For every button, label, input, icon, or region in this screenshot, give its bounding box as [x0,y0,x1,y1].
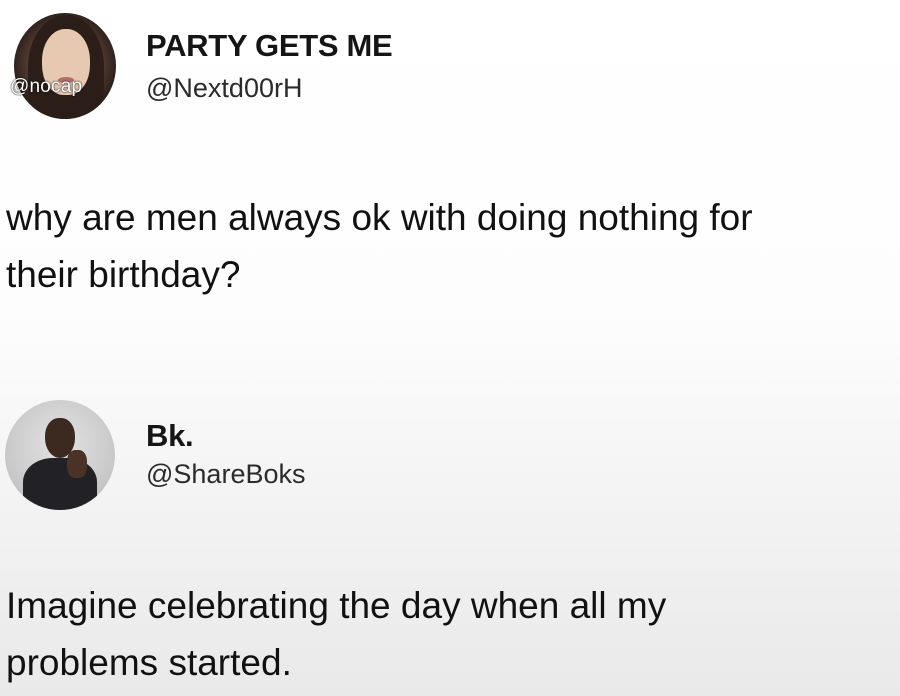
tweet-original: @nocap PARTY GETS ME @Nextd00rH why are … [0,0,900,370]
user-handle[interactable]: @Nextd00rH [146,73,302,104]
tweet-text: why are men always ok with doing nothing… [6,189,896,303]
display-name[interactable]: Bk. [146,418,194,454]
user-handle[interactable]: @ShareBoks [146,459,305,490]
tweet-text-line: problems started. [6,642,292,683]
avatar-hand [67,450,87,478]
tweet-reply: Bk. @ShareBoks Imagine celebrating the d… [0,370,900,696]
display-name[interactable]: PARTY GETS ME [146,28,393,64]
tweet-text: Imagine celebrating the day when all my … [6,577,896,691]
tweet-text-line: Imagine celebrating the day when all my [6,585,667,626]
avatar[interactable] [5,400,115,510]
avatar[interactable] [14,13,116,119]
tweet-text-line: their birthday? [6,254,241,295]
watermark-text: @nocap [10,76,83,97]
tweet-text-line: why are men always ok with doing nothing… [6,197,753,238]
